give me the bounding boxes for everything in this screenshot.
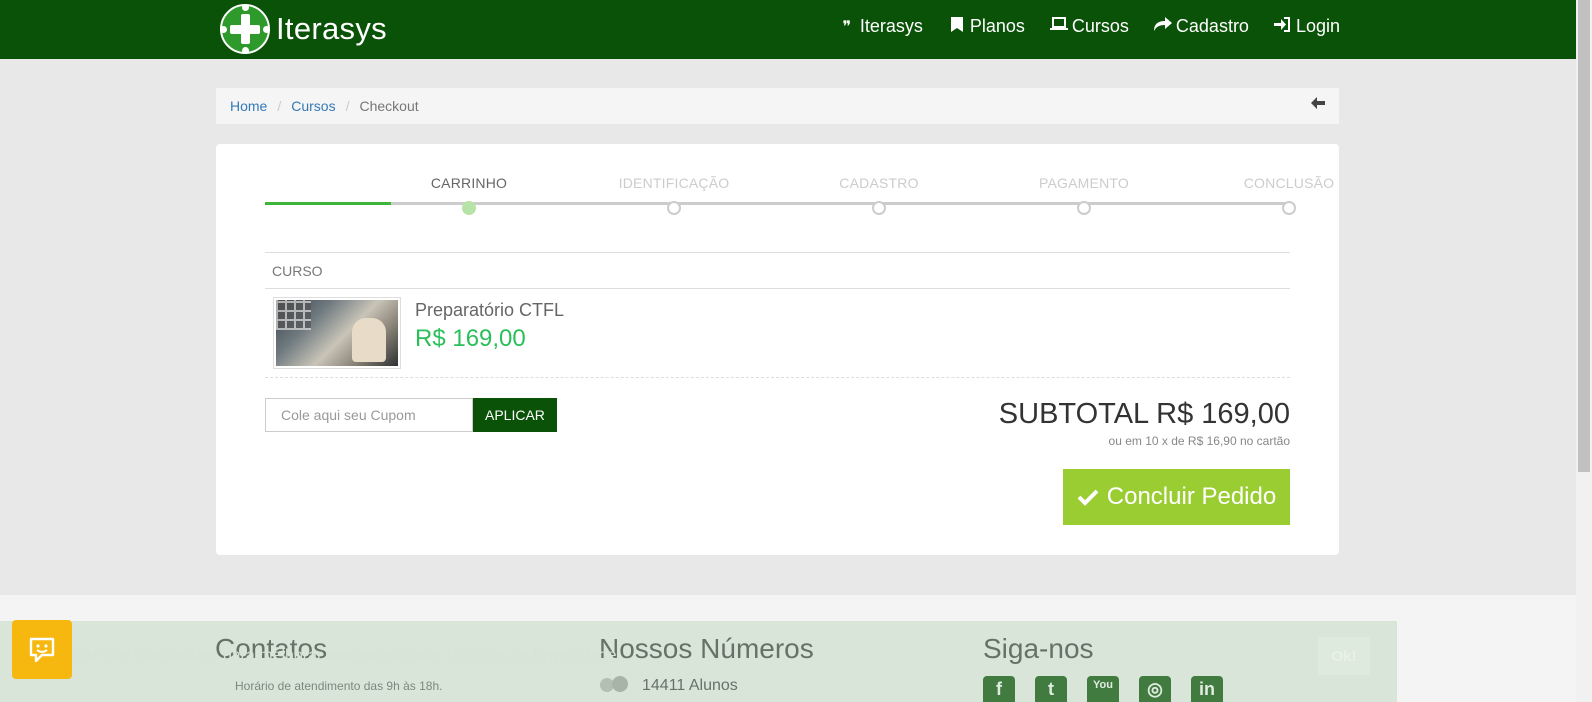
coupon-form: APLICAR [265,398,557,432]
subtotal: SUBTOTAL R$ 169,00 [998,398,1290,430]
share-icon [1153,17,1172,36]
nav-label: Cadastro [1175,16,1249,36]
logo-cross-icon [220,4,270,54]
column-header-curso: CURSO [272,263,323,279]
step-dot [1077,201,1091,215]
step-cadastro: CADASTRO [809,175,949,215]
main-nav: ❞ Iterasys Planos Cursos Cadastro Login [838,16,1341,37]
breadcrumb-current: Checkout [359,98,419,114]
step-label: CONCLUSÃO [1243,175,1335,191]
nav-label: Cursos [1071,16,1129,36]
breadcrumb-separator: / [345,98,350,114]
sign-in-icon [1274,16,1292,37]
chat-widget-button[interactable] [12,620,72,679]
table-divider [265,252,1290,253]
laptop-icon [1049,17,1068,36]
quote-icon: ❞ [842,18,852,36]
checkout-card: CARRINHO IDENTIFICAÇÃO CADASTRO PAGAMENT… [216,144,1339,555]
breadcrumb-home[interactable]: Home [230,98,267,114]
cookie-ok-button[interactable]: Ok! [1318,637,1370,675]
step-label: PAGAMENTO [1039,175,1129,191]
installments-text: ou em 10 x de R$ 16,90 no cartão [1108,434,1290,448]
step-carrinho: CARRINHO [399,175,539,215]
conclude-order-button[interactable]: Concluir Pedido [1063,469,1290,525]
chat-icon [29,637,55,662]
table-divider [265,377,1290,378]
check-icon [1077,489,1099,506]
course-name[interactable]: Preparatório CTFL [415,300,564,321]
step-identificacao: IDENTIFICAÇÃO [604,175,744,215]
step-conclusao: CONCLUSÃO [1219,175,1359,215]
nav-item-planos[interactable]: Planos [948,16,1025,37]
step-dot [1282,201,1296,215]
nav-item-iterasys[interactable]: ❞ Iterasys [838,16,923,37]
nav-label: Login [1295,16,1340,36]
breadcrumb-separator: / [277,98,282,114]
nav-label: Iterasys [859,16,923,36]
apply-coupon-button[interactable]: APLICAR [473,398,557,432]
nav-item-cursos[interactable]: Cursos [1049,16,1129,37]
cookie-banner-text: Este site usa cookies para melhorar sua … [68,647,617,665]
step-label: CARRINHO [430,175,508,191]
logo[interactable]: Iterasys [220,4,387,54]
steps-progress [265,202,391,205]
privacy-policy-link[interactable]: Política de Privacidade [454,647,617,664]
step-dot [462,201,476,215]
breadcrumb: Home / Cursos / Checkout [216,88,1339,124]
step-label: IDENTIFICAÇÃO [618,175,730,191]
scrollbar-track[interactable] [1576,0,1592,702]
step-dot [872,201,886,215]
nav-item-login[interactable]: Login [1274,16,1340,37]
table-divider [265,288,1290,289]
coupon-input[interactable] [265,398,473,432]
step-label: CADASTRO [839,175,919,191]
scrollbar-thumb[interactable] [1578,0,1590,472]
top-navbar: Iterasys ❞ Iterasys Planos Cursos Cadast… [0,0,1576,59]
conclude-order-label: Concluir Pedido [1106,483,1277,510]
step-pagamento: PAGAMENTO [1014,175,1154,215]
back-arrow-icon[interactable] [1311,96,1325,114]
bookmark-icon [948,16,966,37]
cookie-message: Este site usa cookies para melhorar sua … [68,647,444,664]
course-thumbnail [273,297,401,369]
course-price: R$ 169,00 [415,325,526,352]
step-dot [667,201,681,215]
breadcrumb-cursos[interactable]: Cursos [291,98,335,114]
logo-text: Iterasys [276,11,387,46]
nav-item-cadastro[interactable]: Cadastro [1153,16,1249,37]
nav-label: Planos [969,16,1025,36]
